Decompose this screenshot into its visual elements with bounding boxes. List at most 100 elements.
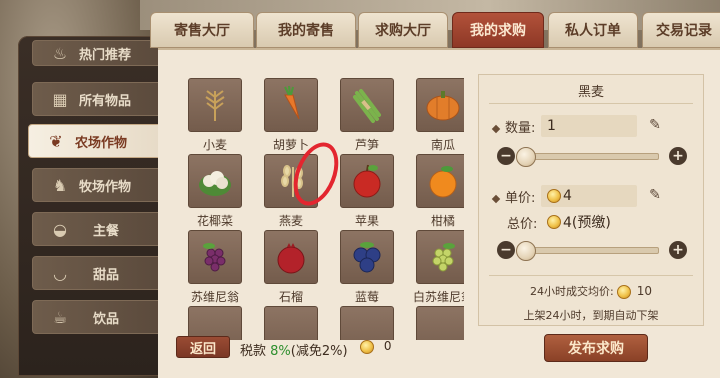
tab-my-consign[interactable]: 我的寄售	[256, 12, 356, 48]
tab-trade-history[interactable]: 交易记录	[642, 12, 720, 48]
sidebar-item-farm-crops[interactable]: ❦ 农场作物	[28, 124, 164, 158]
item-name: 南瓜	[430, 138, 455, 152]
item-name: 柑橘	[430, 214, 455, 228]
item-cell-blueberry[interactable]: 蓝莓	[336, 230, 410, 310]
wheat-icon	[188, 78, 242, 132]
grape-green-icon	[416, 230, 464, 284]
bowl-icon: ◡	[53, 263, 67, 283]
carrot-icon	[264, 78, 318, 132]
slider-track[interactable]	[516, 147, 659, 167]
item-tile	[340, 306, 394, 340]
item-name: 石榴	[278, 290, 303, 304]
edit-quantity-icon[interactable]: ✎	[645, 115, 665, 135]
quantity-label: 数量:	[505, 121, 536, 136]
quantity-label-row: 数量:	[491, 117, 536, 136]
tax-amount-value: 0	[383, 339, 392, 353]
total-value: 4(预缴)	[563, 215, 611, 231]
quantity-input[interactable]: 1	[541, 115, 637, 137]
asparagus-icon	[340, 78, 394, 132]
blueberry-icon	[340, 230, 394, 284]
price-slider: − +	[497, 241, 689, 261]
item-name: 苏维尼翁	[190, 290, 239, 304]
tax-reduction: (减免2%)	[290, 344, 348, 359]
minus-button[interactable]: −	[497, 241, 515, 259]
unit-price-value: 4	[563, 188, 572, 204]
coin-icon	[617, 285, 632, 299]
selected-item-title: 黑麦	[577, 85, 604, 100]
sidebar-item-all[interactable]: ▦ 所有物品	[32, 82, 162, 116]
item-grid: 小麦 胡萝卜 芦笋 南瓜 花椰菜 燕麦 苹果 柑橘 苏维尼翁 石榴 蓝莓 白苏维…	[174, 78, 464, 340]
sidebar-item-ranch[interactable]: ♞ 牧场作物	[32, 168, 162, 202]
tab-private-order[interactable]: 私人订单	[548, 12, 638, 48]
divider	[489, 275, 693, 276]
item-cell-partial[interactable]	[412, 306, 464, 340]
item-cell-sauvignon[interactable]: 苏维尼翁	[184, 230, 258, 310]
plus-button[interactable]: +	[669, 147, 687, 165]
item-name: 花椰菜	[196, 214, 233, 228]
item-tile	[416, 306, 464, 340]
sidebar-item-label: 饮品	[93, 311, 120, 327]
coin-icon	[547, 189, 561, 203]
slider-track[interactable]	[516, 241, 659, 261]
item-cell-wheat[interactable]: 小麦	[184, 78, 258, 158]
purchase-detail-panel: 黑麦 数量: 1 ✎ − + 单价: 4 ✎ 总价: 4(预缴) − + 24小…	[478, 74, 704, 326]
total-price-value: 4(预缴)	[541, 211, 637, 233]
average-price-value: 10	[636, 284, 652, 298]
back-button[interactable]: 返回	[176, 336, 230, 358]
sidebar-item-label: 主餐	[93, 223, 120, 239]
average-price-label: 24小时成交均价:	[530, 285, 614, 298]
sidebar-item-hot[interactable]: ♨ 热门推荐	[32, 40, 162, 66]
cauliflower-icon	[188, 154, 242, 208]
item-name: 白苏维尼翁	[412, 290, 464, 304]
item-cell-partial[interactable]	[184, 306, 258, 340]
item-cell-cauliflower[interactable]: 花椰菜	[184, 154, 258, 234]
tab-consign-hall[interactable]: 寄售大厅	[150, 12, 254, 48]
slider-thumb[interactable]	[516, 241, 536, 261]
coin-icon	[360, 339, 374, 354]
grid-icon: ▦	[52, 89, 68, 109]
tab-purchase-hall[interactable]: 求购大厅	[358, 12, 448, 48]
cup-icon: ☕	[52, 307, 68, 327]
unit-price-input[interactable]: 4	[541, 185, 637, 207]
sidebar-item-label: 所有物品	[79, 93, 132, 109]
sidebar-item-label: 甜品	[93, 267, 120, 283]
item-cell-partial[interactable]	[260, 306, 334, 340]
category-sidebar: ♨ 热门推荐 ▦ 所有物品 ❦ 农场作物 ♞ 牧场作物 ◒ 主餐 ◡ 甜品 ☕ …	[18, 36, 166, 376]
item-cell-pumpkin[interactable]: 南瓜	[412, 78, 464, 158]
item-cell-white-sauvignon[interactable]: 白苏维尼翁	[412, 230, 464, 310]
item-cell-apple[interactable]: 苹果	[336, 154, 410, 234]
rooster-icon: ♞	[52, 175, 68, 195]
tab-my-purchase[interactable]: 我的求购	[452, 12, 544, 48]
item-name: 蓝莓	[354, 290, 379, 304]
sidebar-item-label: 农场作物	[75, 135, 128, 151]
total-label: 总价:	[507, 217, 538, 232]
slider-thumb[interactable]	[516, 147, 536, 167]
item-cell-pomegranate[interactable]: 石榴	[260, 230, 334, 310]
post-purchase-button[interactable]: 发布求购	[544, 334, 648, 362]
diamond-icon	[491, 124, 501, 133]
unit-price-label: 单价:	[505, 191, 536, 206]
item-tile	[264, 306, 318, 340]
tax-amount: 0	[360, 339, 391, 354]
sidebar-item-dessert[interactable]: ◡ 甜品	[32, 256, 162, 290]
plus-button[interactable]: +	[669, 241, 687, 259]
diamond-icon	[491, 194, 501, 203]
pumpkin-icon	[416, 78, 464, 132]
item-cell-partial[interactable]	[336, 306, 410, 340]
coin-icon	[547, 215, 561, 229]
pomegranate-icon	[264, 230, 318, 284]
item-name: 苹果	[354, 214, 379, 228]
minus-button[interactable]: −	[497, 147, 515, 165]
item-cell-orange[interactable]: 柑橘	[412, 154, 464, 234]
item-cell-asparagus[interactable]: 芦笋	[336, 78, 410, 158]
divider	[489, 103, 693, 104]
item-tile	[188, 306, 242, 340]
total-price-row: 总价:	[507, 213, 537, 232]
sidebar-item-main-dish[interactable]: ◒ 主餐	[32, 212, 162, 246]
flame-icon: ♨	[52, 43, 68, 63]
edit-price-icon[interactable]: ✎	[645, 185, 665, 205]
sidebar-item-label: 热门推荐	[79, 47, 132, 63]
sidebar-item-drink[interactable]: ☕ 饮品	[32, 300, 162, 334]
item-name: 芦笋	[354, 138, 379, 152]
sprout-icon: ❦	[49, 131, 63, 151]
